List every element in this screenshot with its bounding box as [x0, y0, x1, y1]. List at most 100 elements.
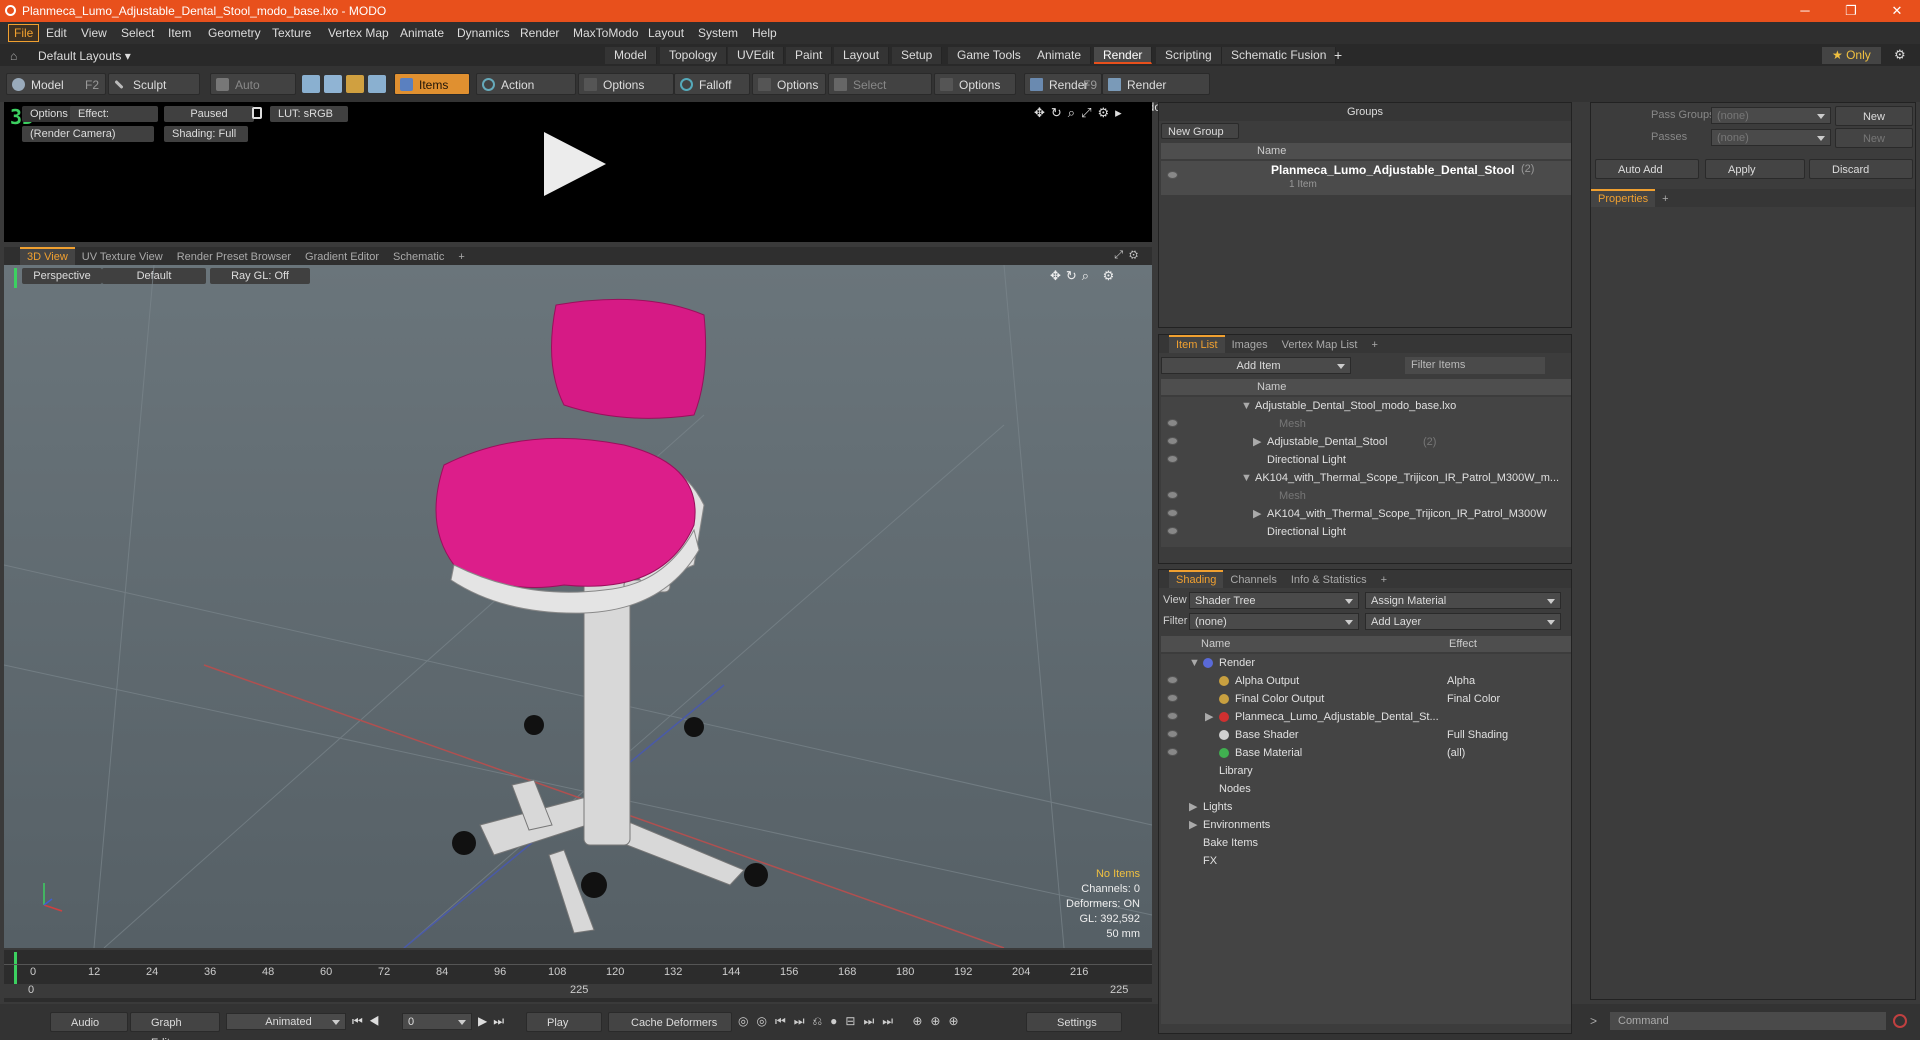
tab-render[interactable]: Render	[1094, 47, 1153, 64]
tab-paint[interactable]: Paint	[786, 47, 833, 64]
auto-select-button[interactable]: Auto Select	[210, 73, 296, 114]
pass-groups-dropdown[interactable]: (none)	[1711, 107, 1831, 124]
tab-vertex-map-list[interactable]: Vertex Map List	[1275, 336, 1365, 354]
item-row[interactable]: Directional Light	[1161, 451, 1571, 469]
tab-game-tools[interactable]: Game Tools	[948, 47, 1031, 64]
render-preview[interactable]: 3D Options Effect: (Shadi... Paused LUT:…	[4, 102, 1152, 242]
assign-material-dropdown[interactable]: Assign Material	[1365, 592, 1561, 609]
item-row[interactable]: ▶ Adjustable_Dental_Stool (2)	[1161, 433, 1571, 451]
add-tab-icon[interactable]: +	[1334, 47, 1342, 63]
menu-select[interactable]: Select	[121, 26, 154, 40]
shader-row[interactable]: Bake Items	[1161, 834, 1571, 852]
tab-scripting[interactable]: Scripting	[1156, 47, 1222, 64]
shader-row[interactable]: Nodes	[1161, 780, 1571, 798]
tab-render-preset-browser[interactable]: Render Preset Browser	[170, 248, 298, 266]
menu-texture[interactable]: Texture	[272, 26, 311, 40]
prev-key-buttons[interactable]: ⏮◀	[352, 1014, 386, 1029]
item-row[interactable]: ▼ Adjustable_Dental_Stool_modo_base.lxo	[1161, 397, 1571, 415]
shader-row[interactable]: Base Shader Full Shading	[1161, 726, 1571, 744]
shader-row[interactable]: ▼ Render	[1161, 654, 1571, 672]
command-input[interactable]: Command	[1610, 1012, 1886, 1030]
tab-model[interactable]: Model	[605, 47, 657, 64]
settings-button[interactable]: Settings	[1026, 1012, 1122, 1032]
tab-properties[interactable]: Properties	[1591, 189, 1656, 207]
maximize-button[interactable]: ❐	[1828, 0, 1874, 22]
menu-view[interactable]: View	[81, 26, 107, 40]
tab-schematic-fusion[interactable]: Schematic Fusion	[1222, 47, 1337, 64]
shader-row[interactable]: Final Color Output Final Color	[1161, 690, 1571, 708]
menu-maxtomodo[interactable]: MaxToModo	[573, 26, 638, 40]
menu-item[interactable]: Item	[168, 26, 191, 40]
visibility-eye-icon[interactable]	[1167, 171, 1178, 179]
model-mode-button[interactable]: Model F2	[6, 73, 106, 95]
tab-uvedit[interactable]: UVEdit	[728, 47, 785, 64]
filter-dropdown[interactable]: (none)	[1189, 613, 1359, 630]
add-shading-tab-icon[interactable]: +	[1374, 571, 1394, 589]
shader-row[interactable]: FX	[1161, 852, 1571, 870]
expand-arrow-icon[interactable]: ▶	[1189, 816, 1197, 834]
menu-help[interactable]: Help	[752, 26, 777, 40]
cache-deformers-button[interactable]: Cache Deformers	[608, 1012, 732, 1032]
close-button[interactable]: ✕	[1874, 0, 1920, 22]
falloff-options-button[interactable]: Options	[752, 73, 826, 95]
menu-edit[interactable]: Edit	[46, 26, 67, 40]
expand-arrow-icon[interactable]: ▼	[1241, 469, 1252, 487]
menu-dynamics[interactable]: Dynamics	[457, 26, 510, 40]
lock-icon[interactable]	[252, 107, 262, 119]
falloff-button[interactable]: Falloff	[674, 73, 750, 95]
menu-render[interactable]: Render	[520, 26, 559, 40]
viewport-maximize-gear-icons[interactable]: ⤢⚙	[1114, 249, 1144, 262]
edges-mode-icon[interactable]	[324, 75, 342, 93]
new-group-button[interactable]: New Group	[1161, 123, 1239, 139]
next-key-buttons[interactable]: ▶⏭	[478, 1014, 510, 1029]
visibility-eye-icon[interactable]	[1167, 419, 1178, 427]
item-row[interactable]: ▼ AK104_with_Thermal_Scope_Trijicon_IR_Pa…	[1161, 469, 1571, 487]
tab-uv-texture-view[interactable]: UV Texture View	[75, 248, 170, 266]
visibility-eye-icon[interactable]	[1167, 748, 1178, 756]
menu-vertex-map[interactable]: Vertex Map	[328, 26, 389, 40]
item-row[interactable]: Mesh	[1161, 415, 1571, 433]
menu-geometry[interactable]: Geometry	[208, 26, 261, 40]
paused-toggle[interactable]: Paused	[164, 106, 254, 122]
render-button[interactable]: Render F9	[1024, 73, 1102, 95]
sculpt-mode-button[interactable]: Sculpt	[108, 73, 200, 95]
menu-animate[interactable]: Animate	[400, 26, 444, 40]
visibility-eye-icon[interactable]	[1167, 712, 1178, 720]
select-options-button[interactable]: Options	[934, 73, 1016, 95]
tab-setup[interactable]: Setup	[892, 47, 943, 64]
shader-row[interactable]: ▶ Lights	[1161, 798, 1571, 816]
group-row[interactable]: Planmeca_Lumo_Adjustable_Dental_Stool (2…	[1161, 161, 1571, 195]
frame-field[interactable]: 0	[402, 1013, 472, 1030]
select-through-button[interactable]: Select Through	[828, 73, 932, 114]
visibility-eye-icon[interactable]	[1167, 509, 1178, 517]
items-mode-button[interactable]: Items	[394, 73, 470, 95]
menu-layout[interactable]: Layout	[648, 26, 684, 40]
apply-button[interactable]: Apply	[1705, 159, 1805, 179]
visibility-eye-icon[interactable]	[1167, 491, 1178, 499]
expand-arrow-icon[interactable]: ▶	[1253, 505, 1261, 523]
visibility-eye-icon[interactable]	[1167, 527, 1178, 535]
visibility-eye-icon[interactable]	[1167, 694, 1178, 702]
add-layer-dropdown[interactable]: Add Layer	[1365, 613, 1561, 630]
play-button[interactable]: Play	[526, 1012, 602, 1032]
add-item-dropdown[interactable]: Add Item	[1161, 357, 1351, 374]
tab-item-list[interactable]: Item List	[1169, 335, 1225, 353]
shader-row[interactable]: Alpha Output Alpha	[1161, 672, 1571, 690]
key-tool-icons[interactable]: ◎◎⏮⏭⎌●⊟⏭⏭ ⊕⊕⊕	[738, 1014, 967, 1029]
shader-tree-dropdown[interactable]: Shader Tree	[1189, 592, 1359, 609]
render-window-button[interactable]: Render Window	[1102, 73, 1210, 114]
discard-button[interactable]: Discard	[1809, 159, 1913, 179]
tab-gradient-editor[interactable]: Gradient Editor	[298, 248, 386, 266]
timeline[interactable]: 0 12 24 36 48 60 72 84 96 108 120 132 14…	[4, 950, 1152, 1002]
lut-dropdown[interactable]: LUT: sRGB	[270, 106, 348, 122]
tab-shading[interactable]: Shading	[1169, 570, 1224, 588]
tab-3d-view[interactable]: 3D View	[20, 247, 75, 265]
effect-dropdown[interactable]: Effect: (Shadi...	[70, 106, 158, 122]
item-row[interactable]: ▶ AK104_with_Thermal_Scope_Trijicon_IR_Pa…	[1161, 505, 1571, 523]
shading-dropdown[interactable]: Shading: Full	[164, 126, 248, 142]
animated-dropdown[interactable]: Animated	[226, 1013, 346, 1030]
effect-dropdown[interactable]: Full Shading	[1447, 726, 1567, 744]
polygons-mode-icon[interactable]	[346, 75, 364, 93]
menu-system[interactable]: System	[698, 26, 738, 40]
action-center-button[interactable]: Action Center	[476, 73, 576, 114]
